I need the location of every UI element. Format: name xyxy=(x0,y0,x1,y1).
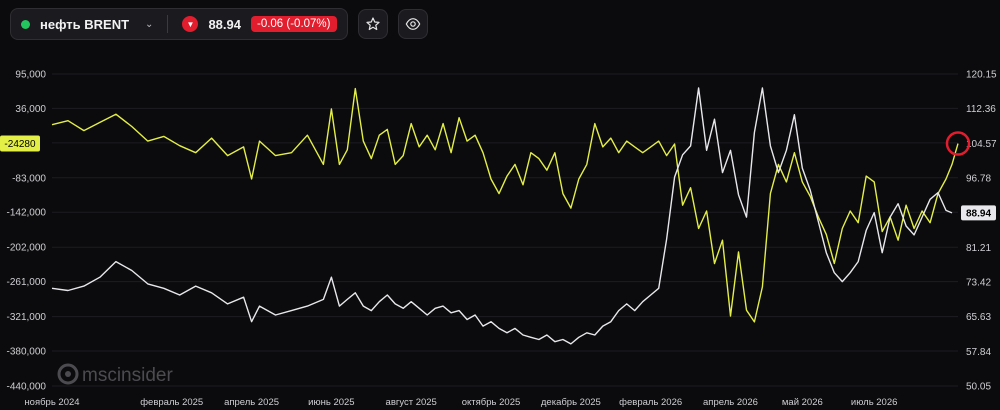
right-axis: 120.15 112.36 104.57 96.78 81.21 73.42 65.63 57… xyxy=(966,70,997,393)
x-tick-label: апрель 2025 xyxy=(224,397,279,408)
right-tick-label: 65.63 xyxy=(966,312,991,323)
left-tick-label: 36,000 xyxy=(15,104,46,115)
x-tick-label: ноябрь 2024 xyxy=(24,397,79,408)
left-tick-label: 95,000 xyxy=(15,70,46,81)
x-tick-label: декабрь 2025 xyxy=(541,397,601,408)
right-tick-label: 96.78 xyxy=(966,174,991,185)
left-tick-label: -321,000 xyxy=(7,312,47,323)
x-tick-label: апрель 2026 xyxy=(703,397,758,408)
x-tick-label: октябрь 2025 xyxy=(462,397,521,408)
right-tick-label: 73.42 xyxy=(966,277,991,288)
left-tick-label: -380,000 xyxy=(7,347,47,358)
x-tick-label: май 2026 xyxy=(782,397,823,408)
right-tick-label: 81.21 xyxy=(966,243,991,254)
grid xyxy=(52,73,958,387)
watermark-text: mscinsider xyxy=(82,365,173,386)
positions-line xyxy=(51,87,959,323)
watermark-logo-dot xyxy=(65,371,71,377)
left-tick-label: -142,000 xyxy=(7,208,47,219)
x-tick-label: июнь 2025 xyxy=(308,397,354,408)
x-tick-label: февраль 2025 xyxy=(140,397,203,408)
x-tick-label: август 2025 xyxy=(386,397,437,408)
right-current-mark-label: 88.94 xyxy=(966,208,991,219)
right-tick-label: 120.15 xyxy=(966,70,997,81)
left-tick-label: -202,000 xyxy=(7,243,47,254)
right-tick-label: 57.84 xyxy=(966,347,991,358)
right-current-mark: 88.94 xyxy=(961,205,996,221)
right-tick-label: 50.05 xyxy=(966,382,991,393)
right-tick-label: 112.36 xyxy=(966,104,996,115)
right-tick-label: 104.57 xyxy=(966,139,997,150)
left-tick-label: -261,000 xyxy=(7,277,47,288)
left-current-mark-label: -24280 xyxy=(4,139,36,150)
left-axis: 95,000 36,000 -83,000 -142,000 -202,000 -261,… xyxy=(7,70,47,393)
positions-price-chart[interactable]: 95,000 36,000 -83,000 -142,000 -202,000 -261,… xyxy=(0,0,1000,410)
series-layer xyxy=(51,87,959,345)
left-tick-label: -83,000 xyxy=(12,173,46,184)
left-current-mark: -24280 xyxy=(0,135,40,152)
left-tick-label: -440,000 xyxy=(7,382,47,393)
price-line xyxy=(51,87,953,345)
x-tick-label: февраль 2026 xyxy=(619,397,682,408)
x-axis: ноябрь 2024 февраль 2025 апрель 2025 июнь 2… xyxy=(24,397,897,408)
x-tick-label: июль 2026 xyxy=(851,397,898,408)
watermark: mscinsider xyxy=(57,363,173,386)
